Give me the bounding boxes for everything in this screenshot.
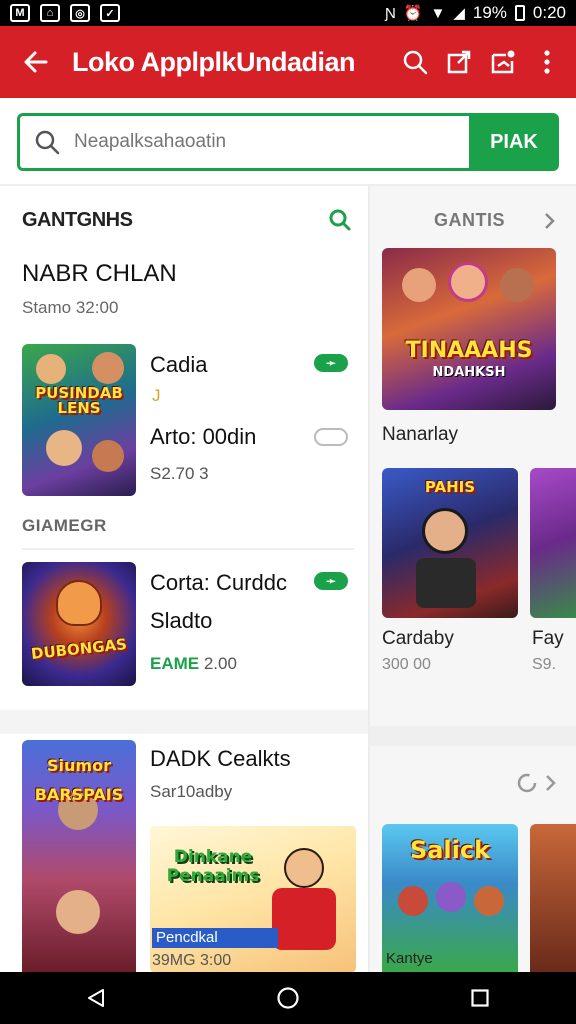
toggle-off[interactable] — [314, 428, 348, 446]
item-subtitle: Arto: 00din — [150, 424, 257, 449]
nfc-icon: Ɲ — [384, 4, 396, 22]
square-recents-icon — [471, 989, 489, 1007]
game-card-thumbnail[interactable] — [530, 468, 576, 618]
item-subtitle: Sladto — [150, 608, 213, 633]
item-title: Corta: Curddc — [150, 570, 287, 595]
share-icon — [447, 50, 471, 74]
system-nav-bar — [0, 972, 576, 1024]
search-icon — [35, 130, 60, 155]
game-card-thumbnail[interactable]: TINAAAHS NDAHKSH — [382, 248, 556, 410]
subsection-meta: Stamo 32:00 — [22, 298, 119, 317]
banner-price: 39MG 3:00 — [152, 952, 232, 969]
back-button[interactable] — [0, 26, 72, 98]
message-icon — [491, 50, 515, 74]
thumbnail-text: TINAAAHS — [405, 338, 533, 363]
system-icons: Ɲ ⏰ ▼ ◢ 19% 0:20 — [385, 3, 566, 23]
thumbnail-subtext: NDAHKSH — [432, 365, 506, 380]
nav-back-button[interactable] — [66, 972, 126, 1024]
card-caption: Kantye — [386, 950, 433, 967]
app-title: Loko Applplk​Undadian — [72, 46, 356, 77]
triangle-back-icon — [88, 989, 104, 1007]
thumbnail-text: Siumor BARSPAIS — [34, 756, 124, 804]
section-title: GANTGNHS — [22, 208, 133, 231]
section-gap — [0, 710, 368, 734]
banner-text: Dinkane Penaaims — [166, 847, 260, 886]
card-meta: S9. — [532, 656, 557, 673]
circle-home-icon — [277, 987, 299, 1009]
clock: 0:20 — [532, 3, 566, 22]
right-panel: GANTIS TINAAAHS NDAHKSH Nanarlay PAHIS C… — [368, 186, 576, 972]
nav-home-button[interactable] — [258, 972, 318, 1024]
more-vertical-icon — [544, 50, 550, 74]
item-title: Cadia — [150, 352, 208, 377]
thumbnail-text: DUBONGAS — [30, 635, 128, 663]
chevron-right-icon — [545, 212, 555, 229]
card-caption: Fay — [532, 628, 564, 649]
notifications-button[interactable] — [490, 49, 516, 75]
home-icon: ⌂ — [40, 4, 60, 22]
game-card-thumbnail[interactable]: Salick Kantye — [382, 824, 518, 972]
divider — [22, 548, 354, 550]
game-thumbnail[interactable]: Siumor BARSPAIS — [22, 740, 136, 972]
subsection-title: NABR CHLAN — [22, 260, 177, 287]
card-caption: Nanarlay — [382, 424, 459, 445]
card-meta: 300 00 — [382, 656, 431, 673]
item-meta: Sar10adby — [150, 782, 233, 801]
battery-icon — [514, 5, 525, 21]
game-card-thumbnail[interactable]: PAHIS — [382, 468, 518, 618]
refresh-icon — [517, 773, 537, 793]
search-icon — [403, 50, 428, 75]
card-caption: Cardaby — [382, 628, 454, 649]
search-input[interactable] — [74, 131, 454, 153]
price-tag: EAME — [150, 654, 200, 673]
search-button[interactable] — [402, 49, 428, 75]
search-submit-button[interactable]: PIAK — [469, 113, 559, 171]
item-title: DADK Cealkts — [150, 746, 291, 771]
right-section-header[interactable]: GANTIS — [434, 210, 555, 231]
notification-icons: M ⌂ ◎ ✓ — [10, 4, 120, 22]
share-button[interactable] — [446, 49, 472, 75]
app-bar-actions — [402, 49, 576, 75]
chevron-right-icon — [546, 775, 556, 791]
category-label: GIAMEGR — [22, 516, 107, 535]
left-section-header: GANTGNHS — [22, 208, 352, 232]
battery-percent: 19% — [472, 3, 507, 22]
wifi-icon: ▼ — [430, 4, 446, 22]
search-icon[interactable] — [328, 208, 352, 232]
nav-recents-button[interactable] — [450, 972, 510, 1024]
banner-label: Pencdkal — [152, 928, 278, 948]
section-title: GANTIS — [434, 210, 506, 230]
carousel-controls[interactable] — [516, 772, 556, 794]
arrow-left-icon — [24, 51, 48, 73]
thumbnail-text: PUSINDAB LENS — [35, 384, 123, 417]
search-field[interactable] — [17, 113, 469, 171]
gmail-icon: M — [10, 4, 30, 22]
promo-banner[interactable]: Dinkane Penaaims Pencdkal 39MG 3:00 — [150, 826, 356, 972]
toggle-on[interactable]: ➛ — [314, 572, 348, 590]
overflow-menu-button[interactable] — [534, 49, 560, 75]
item-price: S2.70 3 — [150, 464, 209, 483]
price-value: 2.00 — [199, 654, 237, 673]
camera-icon: ◎ — [70, 4, 90, 22]
item-mark: J — [152, 386, 161, 405]
game-card-thumbnail[interactable] — [530, 824, 576, 972]
item-price: EAME 2.00 — [150, 654, 237, 674]
game-thumbnail[interactable]: PUSINDAB LENS — [22, 344, 136, 496]
status-bar: M ⌂ ◎ ✓ Ɲ ⏰ ▼ ◢ 19% 0:20 — [0, 0, 576, 26]
search-bar: PIAK — [17, 113, 559, 171]
shield-icon: ✓ — [100, 4, 120, 22]
thumbnail-text: Salick — [409, 836, 491, 864]
app-bar: Loko Applplk​Undadian — [0, 26, 576, 98]
app-root: M ⌂ ◎ ✓ Ɲ ⏰ ▼ ◢ 19% 0:20 Loko Applplk​Un… — [0, 0, 576, 1024]
section-gap — [370, 726, 576, 746]
toggle-on[interactable]: ➛ — [314, 354, 348, 372]
game-thumbnail[interactable]: DUBONGAS — [22, 562, 136, 686]
alarm-icon: ⏰ — [403, 5, 423, 22]
thumbnail-text: PAHIS — [424, 478, 476, 496]
left-panel: GANTGNHS NABR CHLAN Stamo 32:00 PUSINDAB… — [0, 186, 368, 972]
signal-icon: ◢ — [453, 5, 465, 22]
